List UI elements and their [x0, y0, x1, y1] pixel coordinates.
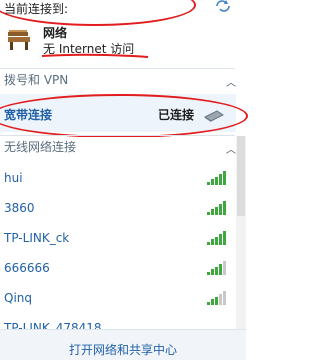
- vpn-section-title: 拨号和 VPN: [4, 73, 69, 87]
- wifi-network-item[interactable]: TP-LINK_478418: [0, 315, 236, 329]
- chevron-up-icon[interactable]: ︿: [226, 140, 236, 156]
- wifi-signal-icon: [207, 261, 226, 275]
- wifi-network-item[interactable]: 666666: [0, 255, 236, 285]
- wifi-signal-icon: [207, 291, 226, 305]
- divider: [0, 68, 235, 69]
- wifi-network-item[interactable]: 3860: [0, 195, 236, 225]
- wireless-section-title: 无线网络连接: [4, 140, 77, 154]
- wifi-signal-icon: [207, 171, 226, 185]
- wireless-section-header[interactable]: 无线网络连接 ︿: [0, 137, 246, 158]
- wifi-network-name: TP-LINK_478418: [4, 321, 102, 329]
- wifi-network-item[interactable]: Qinq: [0, 285, 236, 315]
- wifi-network-name: 3860: [4, 201, 35, 215]
- wifi-signal-icon: [207, 231, 226, 245]
- divider: [0, 135, 235, 136]
- network-bench-icon: [8, 30, 30, 50]
- wifi-network-item[interactable]: TP-LINK_ck: [0, 225, 236, 255]
- annotation-ellipse-top: [0, 0, 196, 26]
- network-name: 网络: [43, 26, 68, 40]
- chevron-up-icon[interactable]: ︿: [226, 73, 236, 89]
- vpn-section-header[interactable]: 拨号和 VPN ︿: [0, 70, 246, 91]
- wifi-network-item[interactable]: hui: [0, 165, 236, 195]
- scrollbar-thumb[interactable]: [237, 136, 245, 216]
- annotation-underline: [41, 53, 149, 58]
- wifi-signal-icon: [207, 201, 226, 215]
- refresh-icon[interactable]: [214, 0, 232, 12]
- wifi-network-name: hui: [4, 171, 23, 185]
- annotation-ellipse-vpn: [0, 94, 248, 138]
- wifi-network-name: 666666: [4, 261, 50, 275]
- wifi-network-name: TP-LINK_ck: [4, 231, 70, 245]
- network-sharing-center-link[interactable]: 打开网络和共享中心: [0, 341, 246, 358]
- wifi-network-name: Qinq: [4, 291, 33, 305]
